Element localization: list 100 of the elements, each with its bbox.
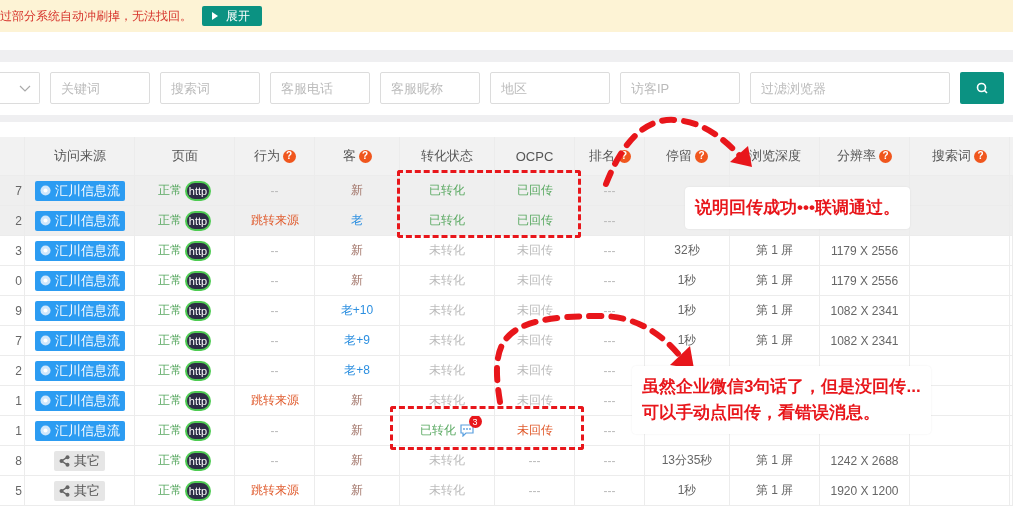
rank-text: --- [603,213,616,228]
visitor-type: 老 [351,212,363,229]
table-row[interactable]: 9 汇川信息流 正常 http -- 老+10 未转化 未回传 --- 1秒 第 1 屏 1082 X 2341 [0,296,1013,326]
ocpc-status[interactable]: 未回传 [516,332,553,349]
chevron-down-icon [19,84,31,92]
filter-field[interactable]: 搜索词 [160,72,260,104]
page-status: 正常 [157,182,182,199]
ocpc-status[interactable]: 已回传 [516,182,553,199]
conversion-status: 未转化 [429,242,465,259]
rank-text: --- [603,303,616,318]
ocpc-status[interactable]: --- [528,483,541,498]
http-badge: http [184,300,212,321]
stay-duration: 1秒 [677,482,697,499]
help-icon[interactable]: ? [358,149,372,163]
flower-icon [39,185,51,196]
filter-field[interactable]: 过滤浏览器 [750,72,950,104]
row-number: 9 [15,303,22,318]
filter-field[interactable]: 关键词 [50,72,150,104]
table-row[interactable]: 5 其它 正常 http 跳转来源 新 未转化 --- --- 1秒 第 1 屏 1920 X 1200 [0,476,1013,506]
help-icon[interactable]: ? [974,149,987,163]
conversion-status: 已转化 [429,212,465,229]
source-tag[interactable]: 汇川信息流 [34,300,125,321]
source-tag[interactable]: 汇川信息流 [34,270,125,291]
http-badge: http [184,240,212,261]
http-badge: http [184,330,212,351]
rank-text: --- [603,333,616,348]
column-header: 分辨率 [837,147,876,165]
help-icon[interactable]: ? [282,149,296,163]
stay-duration: 1秒 [677,272,697,289]
search-button[interactable] [960,72,1004,104]
source-tag[interactable]: 汇川信息流 [34,240,125,261]
source-tag[interactable]: 汇川信息流 [34,360,125,381]
table-row[interactable]: 0 汇川信息流 正常 http -- 新 未转化 未回传 --- 1秒 第 1 屏 1179 X 2556 [0,266,1013,296]
conversion-status: 未转化 [429,272,465,289]
table-row[interactable]: 7 汇川信息流 正常 http -- 老+9 未转化 未回传 --- 1秒 第 1 屏 1082 X 2341 [0,326,1013,356]
ocpc-status[interactable]: 未回传 [516,392,553,409]
screen-resolution: 1179 X 2556 [830,273,899,288]
table-row[interactable]: 8 其它 正常 http -- 新 未转化 --- --- 13分35秒 第 1 屏 1242 X 2688 [0,446,1013,476]
source-tag[interactable]: 其它 [54,480,105,501]
action-text: 跳转来源 [250,482,299,499]
ocpc-status[interactable]: 未回传 [516,242,553,259]
flower-icon [39,335,51,346]
column-header: OCPC [515,148,554,164]
banner-message: 过部分系统自动冲刷掉，无法找回。 [0,7,192,25]
rank-text: --- [603,393,616,408]
ocpc-status[interactable]: 未回传 [516,272,553,289]
row-number: 2 [15,213,22,228]
http-badge: http [184,420,212,441]
source-tag[interactable]: 汇川信息流 [34,330,125,351]
share-icon [59,484,70,497]
browse-depth: 第 1 屏 [755,242,794,259]
column-header: 浏览深度 [748,147,801,165]
page-status: 正常 [157,212,182,229]
action-text: 跳转来源 [250,212,299,229]
ocpc-status[interactable]: 未回传 [516,302,553,319]
browse-depth: 第 1 屏 [755,332,794,349]
ocpc-status[interactable]: --- [528,453,541,468]
browse-depth: 第 1 屏 [755,272,794,289]
row-number: 2 [15,363,22,378]
row-number: 7 [15,333,22,348]
play-icon [212,12,218,20]
browse-depth: 第 1 屏 [755,302,794,319]
ocpc-status[interactable]: 未回传 [516,422,553,439]
conversion-status: 未转化 [429,332,465,349]
conversion-status: 已转化 [429,182,465,199]
column-header: 排名 [588,147,615,165]
filter-field[interactable]: 访客IP [620,72,740,104]
page-status: 正常 [157,392,182,409]
page-status: 正常 [157,272,182,289]
visitor-type: 新 [351,482,363,499]
http-badge: http [184,210,212,231]
help-icon[interactable]: ? [695,149,708,163]
source-tag[interactable]: 其它 [54,450,105,471]
expand-button[interactable]: 展开 [202,6,262,26]
source-tag[interactable]: 汇川信息流 [34,210,125,231]
filter-field[interactable]: 客服昵称 [380,72,480,104]
source-tag[interactable]: 汇川信息流 [34,390,125,411]
filter-field[interactable]: 地区 [490,72,610,104]
page-status: 正常 [157,332,182,349]
help-icon[interactable]: ? [879,149,892,163]
dropdown-field[interactable] [0,72,40,104]
filter-field[interactable]: 客服电话 [270,72,370,104]
visitor-type: 新 [351,182,363,199]
page-status: 正常 [157,452,182,469]
source-tag[interactable]: 汇川信息流 [34,420,125,441]
http-badge: http [184,270,212,291]
table-row[interactable]: 3 汇川信息流 正常 http -- 新 未转化 未回传 --- 32秒 第 1 屏 1179 X 2556 [0,236,1013,266]
action-text: -- [270,243,279,258]
ocpc-status[interactable]: 已回传 [516,212,553,229]
row-number: 0 [15,273,22,288]
visitor-type: 新 [351,452,363,469]
row-number: 1 [15,393,22,408]
conversion-status: 未转化 [429,362,465,379]
http-badge: http [184,450,212,471]
chat-icon[interactable] [458,424,475,437]
ocpc-status[interactable]: 未回传 [516,362,553,379]
page-status: 正常 [157,242,182,259]
visitor-type: 新 [351,272,363,289]
flower-icon [39,275,51,286]
source-tag[interactable]: 汇川信息流 [34,180,125,201]
